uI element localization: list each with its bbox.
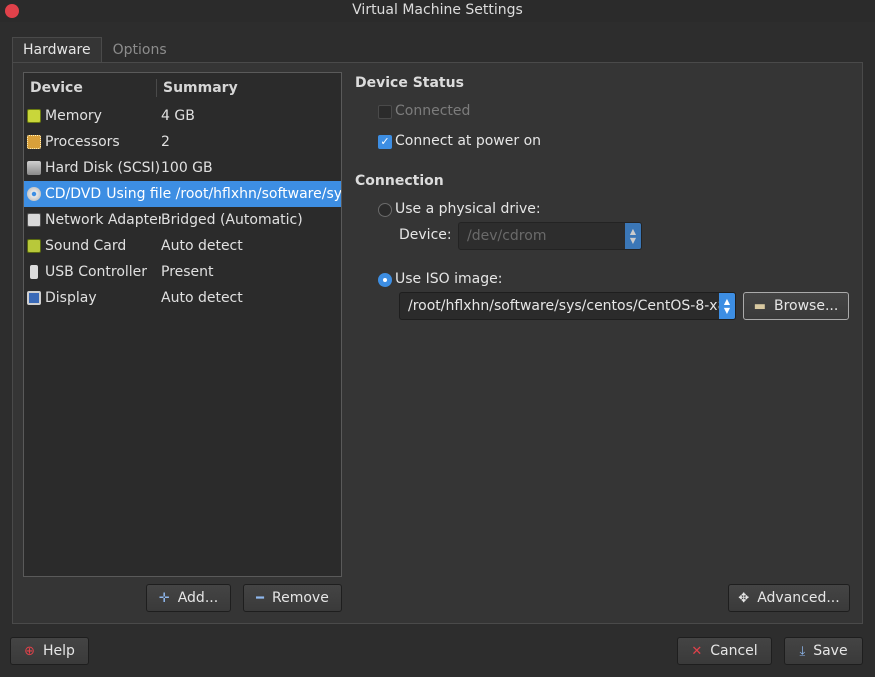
tools-icon: ✥ — [738, 590, 750, 606]
updown-arrows-icon: ▲ ▼ — [719, 293, 735, 319]
device-summary: Auto detect — [161, 238, 243, 254]
device-row-memory[interactable]: Memory 4 GB — [24, 103, 341, 129]
device-row-network-adapter[interactable]: Network Adapter Bridged (Automatic) — [24, 207, 341, 233]
device-name: Display — [45, 290, 97, 306]
device-row-sound-card[interactable]: Sound Card Auto detect — [24, 233, 341, 259]
device-row-hard-disk[interactable]: Hard Disk (SCSI) 100 GB — [24, 155, 341, 181]
device-label: Device: — [399, 227, 452, 243]
connection-title: Connection — [355, 173, 444, 189]
device-name: Sound Card — [45, 238, 127, 254]
device-name: Network Adapter — [45, 212, 161, 228]
folder-icon: ▬ — [753, 298, 766, 314]
device-row-processors[interactable]: Processors 2 — [24, 129, 341, 155]
browse-button[interactable]: ▬ Browse... — [743, 292, 849, 320]
device-list-header: Device Summary — [24, 73, 341, 103]
hard-disk-icon — [27, 161, 41, 175]
remove-button-label: Remove — [272, 590, 329, 606]
cd-dvd-icon — [27, 187, 41, 201]
remove-icon: ━ — [256, 590, 264, 606]
save-button-label: Save — [813, 643, 848, 659]
window-title: Virtual Machine Settings — [352, 2, 523, 18]
device-summary: 100 GB — [161, 160, 213, 176]
device-status-title: Device Status — [355, 75, 464, 91]
tab-options[interactable]: Options — [102, 37, 178, 63]
device-row-display[interactable]: Display Auto detect — [24, 285, 341, 311]
add-icon: ✛ — [158, 590, 170, 606]
device-row-cd-dvd[interactable]: CD/DVD (IDE) Using file /root/hflxhn/sof… — [24, 181, 341, 207]
device-row-usb-controller[interactable]: USB Controller Present — [24, 259, 341, 285]
memory-icon — [27, 109, 41, 123]
device-summary: Auto detect — [161, 290, 243, 306]
physical-drive-radio[interactable] — [378, 203, 392, 217]
network-adapter-icon — [27, 213, 41, 227]
device-name: USB Controller — [45, 264, 148, 280]
advanced-button[interactable]: ✥ Advanced... — [728, 584, 850, 612]
connected-checkbox[interactable] — [378, 105, 392, 119]
cancel-icon: ✕ — [691, 643, 703, 659]
device-summary: 4 GB — [161, 108, 195, 124]
sound-card-icon — [27, 239, 41, 253]
updown-arrows-icon: ▲ ▼ — [625, 223, 641, 249]
usb-icon — [30, 265, 38, 279]
save-icon: ⤓ — [799, 643, 806, 659]
help-button[interactable]: ⊕ Help — [10, 637, 89, 665]
add-device-button[interactable]: ✛ Add... — [146, 584, 231, 612]
connected-label: Connected — [395, 103, 471, 119]
device-name: Hard Disk (SCSI) — [45, 160, 161, 176]
remove-device-button[interactable]: ━ Remove — [243, 584, 342, 612]
device-summary: 2 — [161, 134, 170, 150]
device-summary: Bridged (Automatic) — [161, 212, 303, 228]
connect-at-power-on-checkbox[interactable]: ✓ — [378, 135, 392, 149]
connect-at-power-on-label: Connect at power on — [395, 133, 542, 149]
browse-button-label: Browse... — [773, 298, 839, 314]
physical-device-select[interactable]: /dev/cdrom ▲ ▼ — [458, 222, 642, 250]
help-icon: ⊕ — [24, 643, 35, 659]
tab-hardware[interactable]: Hardware — [12, 37, 102, 63]
processor-icon — [27, 135, 41, 149]
physical-device-value: /dev/cdrom — [467, 228, 547, 244]
add-button-label: Add... — [177, 590, 219, 606]
device-name: Processors — [45, 134, 120, 150]
physical-drive-label: Use a physical drive: — [395, 201, 541, 217]
column-header-summary[interactable]: Summary — [157, 80, 238, 96]
device-name: CD/DVD (IDE) — [45, 186, 106, 202]
device-summary: Using file /root/hflxhn/software/sys/cen… — [106, 186, 341, 202]
advanced-button-label: Advanced... — [757, 590, 840, 606]
cancel-button[interactable]: ✕ Cancel — [677, 637, 772, 665]
iso-image-radio[interactable] — [378, 273, 392, 287]
device-list[interactable]: Device Summary Memory 4 GB Processors 2 … — [23, 72, 342, 577]
cancel-button-label: Cancel — [710, 643, 758, 659]
display-icon — [27, 291, 41, 305]
device-name: Memory — [45, 108, 102, 124]
iso-image-label: Use ISO image: — [395, 271, 503, 287]
save-button[interactable]: ⤓ Save — [784, 637, 863, 665]
tab-bar: Hardware Options — [12, 37, 178, 63]
column-header-device[interactable]: Device — [24, 79, 157, 97]
device-summary: Present — [161, 264, 214, 280]
title-bar: Virtual Machine Settings — [0, 0, 875, 22]
iso-path-value[interactable]: /root/hflxhn/software/sys/centos/CentOS-… — [400, 298, 719, 314]
iso-path-combo[interactable]: /root/hflxhn/software/sys/centos/CentOS-… — [399, 292, 736, 320]
help-button-label: Help — [42, 643, 75, 659]
